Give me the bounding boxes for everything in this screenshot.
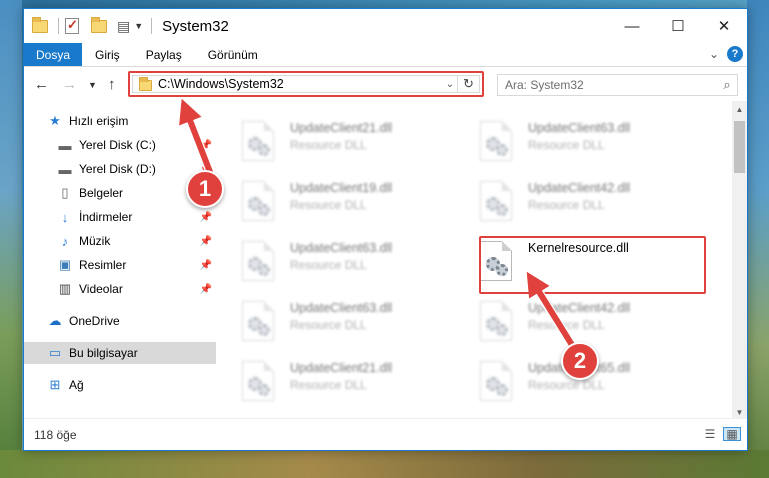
tab-view[interactable]: Görünüm <box>195 43 271 66</box>
recent-locations-icon[interactable]: ▼ <box>88 80 97 90</box>
nav-item-quick-access[interactable]: ★ Hızlı erişim <box>24 110 216 132</box>
desktop-background-bottom <box>0 450 769 478</box>
step-1-badge: 1 <box>186 170 224 208</box>
file-item[interactable]: UpdateClient63.dll Resource DLL <box>454 115 674 163</box>
pin-icon[interactable]: 📌 <box>200 140 212 151</box>
nav-item-videos[interactable]: ▥ Videolar 📌 <box>24 278 216 300</box>
folder-icon[interactable] <box>32 17 50 35</box>
item-count: 118 öğe <box>34 427 77 442</box>
window-controls: — ☐ ✕ <box>609 9 747 43</box>
nav-item-onedrive[interactable]: ☁ OneDrive <box>24 310 216 332</box>
explorer-window: ▤ ▼ System32 — ☐ ✕ Dosya Giriş Paylaş Gö… <box>23 8 748 451</box>
dll-file-icon <box>242 121 274 161</box>
nav-item-local-disk-c[interactable]: ▬ Yerel Disk (C:) 📌 <box>24 134 216 156</box>
music-icon: ♪ <box>61 233 69 249</box>
expand-ribbon-icon[interactable]: ⌄ <box>709 47 719 61</box>
nav-item-downloads[interactable]: ↓ İndirmeler 📌 <box>24 206 216 228</box>
dll-file-icon <box>480 361 512 401</box>
window-title: System32 <box>162 17 229 35</box>
chevron-down-icon[interactable]: ▼ <box>134 21 143 31</box>
pin-icon[interactable]: 📌 <box>200 212 212 223</box>
file-item[interactable]: UpdateClient21.dll Resource DLL <box>216 355 436 403</box>
refresh-icon[interactable]: ↻ <box>457 76 479 92</box>
address-bar[interactable]: C:\Windows\System32 ⌄ ↻ <box>132 75 480 93</box>
back-arrow-icon[interactable]: ← <box>34 76 49 93</box>
vertical-scrollbar[interactable]: ▲ ▼ <box>732 101 747 420</box>
file-item[interactable]: UpdateClient63.dll Resource DLL <box>216 235 436 283</box>
details-view-icon[interactable]: ☰ <box>701 427 719 441</box>
dll-file-icon <box>242 181 274 221</box>
computer-icon: ▭ <box>48 345 62 360</box>
desktop-background-right <box>747 0 769 478</box>
tab-home[interactable]: Giriş <box>82 43 133 66</box>
pin-icon[interactable]: 📌 <box>200 236 212 247</box>
file-item[interactable]: UpdateClient63.dll Resource DLL <box>216 295 436 343</box>
network-icon: ⊞ <box>49 377 61 392</box>
forward-arrow-icon[interactable]: → <box>62 76 77 93</box>
dll-file-icon <box>242 301 274 341</box>
file-highlight <box>479 236 706 294</box>
dll-file-icon <box>480 121 512 161</box>
file-item[interactable]: UpdateClient19.dll Resource DLL <box>216 175 436 223</box>
tab-share[interactable]: Paylaş <box>133 43 195 66</box>
cloud-icon: ☁ <box>48 313 62 328</box>
address-row: ← → ▼ ↑ C:\Windows\System32 ⌄ ↻ Ara: Sys… <box>24 68 747 101</box>
address-path[interactable]: C:\Windows\System32 <box>158 77 443 91</box>
title-bar: ▤ ▼ System32 — ☐ ✕ <box>24 9 747 43</box>
drive-icon: ▬ <box>58 137 72 153</box>
close-button[interactable]: ✕ <box>701 9 747 43</box>
pin-icon[interactable]: 📌 <box>200 260 212 271</box>
step-2-badge: 2 <box>561 342 599 380</box>
nav-item-local-disk-d[interactable]: ▬ Yerel Disk (D:) 📌 <box>24 158 216 180</box>
file-item[interactable]: UpdateClient42.dll Resource DLL <box>454 175 674 223</box>
scroll-up-icon[interactable]: ▲ <box>732 101 747 117</box>
up-arrow-icon[interactable]: ↑ <box>108 76 116 93</box>
documents-icon: ▯ <box>61 185 69 200</box>
pin-icon[interactable]: 📌 <box>200 284 212 295</box>
desktop-background-left <box>0 0 22 478</box>
dll-file-icon <box>242 361 274 401</box>
scroll-thumb[interactable] <box>734 121 745 173</box>
large-icons-view-icon[interactable]: ▦ <box>723 427 741 441</box>
drive-icon: ▬ <box>58 161 72 177</box>
nav-item-this-pc[interactable]: ▭ Bu bilgisayar <box>24 342 216 364</box>
address-highlight: C:\Windows\System32 ⌄ ↻ <box>128 71 484 97</box>
file-item[interactable]: UpdateClient21.dll Resource DLL <box>216 115 436 163</box>
dll-file-icon <box>480 181 512 221</box>
file-item[interactable]: UpdateClient42.dll Resource DLL <box>454 295 674 343</box>
file-list: UpdateClient21.dll Resource DLL UpdateCl… <box>216 101 734 420</box>
ribbon-tabs: Dosya Giriş Paylaş Görünüm ⌄ ? <box>24 43 747 67</box>
minimize-button[interactable]: — <box>609 9 655 43</box>
quick-access-toolbar: ▤ ▼ <box>24 9 158 43</box>
dll-file-icon <box>242 241 274 281</box>
help-icon[interactable]: ? <box>727 46 743 62</box>
ribbon-controls: ⌄ ? <box>709 46 743 62</box>
video-icon: ▥ <box>58 281 72 296</box>
toolbar-separator <box>151 18 153 34</box>
nav-item-pictures[interactable]: ▣ Resimler 📌 <box>24 254 216 276</box>
star-icon: ★ <box>49 113 61 128</box>
pictures-icon: ▣ <box>58 257 72 272</box>
nav-item-music[interactable]: ♪ Müzik 📌 <box>24 230 216 252</box>
tab-file[interactable]: Dosya <box>24 43 83 66</box>
toolbar-separator <box>58 18 59 34</box>
properties-check-icon[interactable] <box>65 17 83 35</box>
view-toggles: ☰ ▦ <box>697 427 741 441</box>
search-placeholder: Ara: System32 <box>505 78 584 92</box>
customize-icon[interactable]: ▤ <box>117 18 130 35</box>
folder-icon <box>139 76 152 91</box>
new-folder-icon[interactable] <box>91 17 109 35</box>
search-icon[interactable]: ⌕ <box>717 77 737 93</box>
nav-item-network[interactable]: ⊞ Ağ <box>24 374 216 396</box>
navigation-pane: ★ Hızlı erişim ▬ Yerel Disk (C:) 📌 ▬ Yer… <box>24 101 216 420</box>
search-input[interactable]: Ara: System32 ⌕ <box>497 74 738 96</box>
download-icon: ↓ <box>61 209 69 225</box>
status-bar: 118 öğe ☰ ▦ <box>24 418 747 450</box>
dll-file-icon <box>480 301 512 341</box>
chevron-down-icon[interactable]: ⌄ <box>443 79 457 90</box>
maximize-button[interactable]: ☐ <box>655 9 701 43</box>
